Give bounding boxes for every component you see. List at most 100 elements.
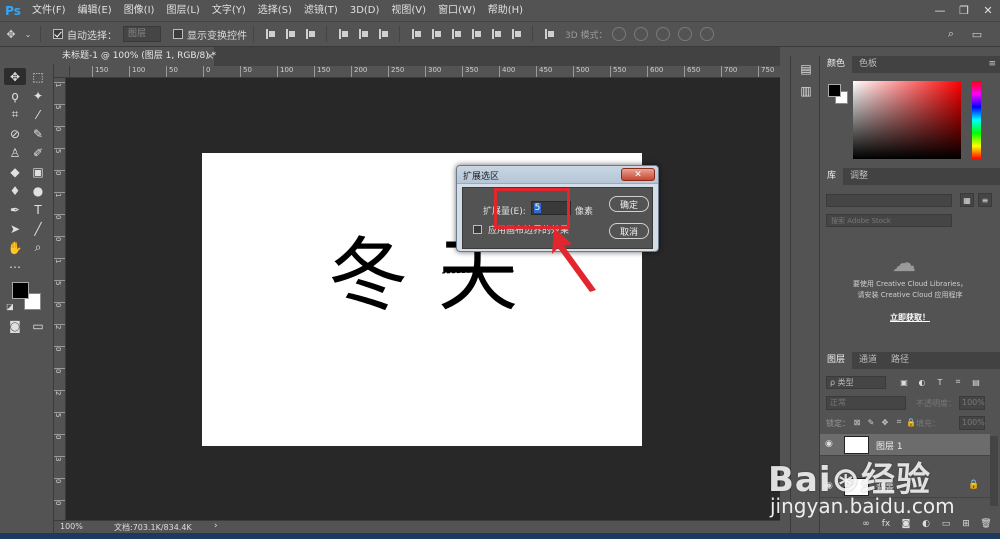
history-brush-tool-icon[interactable]: ✐ <box>27 144 49 161</box>
stamp-tool-icon[interactable]: ♙ <box>4 144 26 161</box>
quick-mask-icon[interactable]: ◙ <box>4 317 26 334</box>
document-tab[interactable]: 未标题-1 @ 100% (图层 1, RGB/8) * <box>54 47 216 66</box>
3d-drag-icon[interactable] <box>655 27 670 41</box>
hue-slider[interactable] <box>972 81 981 159</box>
lock-artboard-icon[interactable]: ⌗ <box>894 417 904 427</box>
eye-icon[interactable]: ◉ <box>825 439 836 450</box>
align-right-icon[interactable] <box>376 27 390 41</box>
layers-scrollbar[interactable] <box>990 436 998 506</box>
apply-canvas-bounds-checkbox[interactable] <box>473 225 482 234</box>
menu-view[interactable]: 视图(V) <box>385 0 432 21</box>
list-view-icon[interactable]: ≡ <box>978 193 992 207</box>
menu-select[interactable]: 选择(S) <box>252 0 298 21</box>
menu-help[interactable]: 帮助(H) <box>482 0 529 21</box>
tab-color[interactable]: 颜色 <box>820 56 853 73</box>
get-now-link[interactable]: 立即获取！ <box>820 312 1000 323</box>
close-icon[interactable]: × <box>206 47 214 66</box>
filter-pixel-icon[interactable]: ▣ <box>898 376 910 388</box>
hand-tool-icon[interactable]: ✋ <box>4 239 26 256</box>
crop-tool-icon[interactable]: ⌗ <box>4 106 26 123</box>
brush-tool-icon[interactable]: ✎ <box>27 125 49 142</box>
fill-input[interactable]: 100% <box>959 416 985 430</box>
distribute-hcenter-icon[interactable] <box>489 27 503 41</box>
pen-tool-icon[interactable]: ✒ <box>4 201 26 218</box>
menu-type[interactable]: 文字(Y) <box>206 0 252 21</box>
tab-channels[interactable]: 通道 <box>852 352 884 369</box>
history-panel-icon[interactable]: ▤ <box>795 60 817 77</box>
menu-filter[interactable]: 滤镜(T) <box>298 0 344 21</box>
align-top-icon[interactable] <box>263 27 277 41</box>
stock-search-input[interactable]: 搜索 Adobe Stock <box>826 214 952 227</box>
distribute-top-icon[interactable] <box>409 27 423 41</box>
blur-tool-icon[interactable]: ♦ <box>4 182 26 199</box>
dodge-tool-icon[interactable]: ● <box>27 182 49 199</box>
auto-select-dropdown[interactable]: 图层 <box>123 26 161 42</box>
ok-button[interactable]: 确定 <box>609 196 649 212</box>
blend-mode-dropdown[interactable]: 正常 <box>826 396 906 410</box>
3d-slide-icon[interactable] <box>677 27 692 41</box>
distribute-left-icon[interactable] <box>469 27 483 41</box>
cancel-button[interactable]: 取消 <box>609 223 649 239</box>
type-tool-icon[interactable]: T <box>27 201 49 218</box>
properties-panel-icon[interactable]: ▥ <box>795 82 817 99</box>
panel-menu-icon[interactable]: ≡ <box>988 56 996 73</box>
align-bottom-icon[interactable] <box>303 27 317 41</box>
lock-all-icon[interactable]: 🔒 <box>906 417 916 427</box>
zoom-tool-icon[interactable]: ⌕ <box>27 239 49 256</box>
menu-file[interactable]: 文件(F) <box>26 0 72 21</box>
filter-shape-icon[interactable]: ⌗ <box>952 376 964 388</box>
ruler-origin[interactable] <box>54 66 70 78</box>
distribute-bottom-icon[interactable] <box>449 27 463 41</box>
distribute-right-icon[interactable] <box>509 27 523 41</box>
align-left-icon[interactable] <box>336 27 350 41</box>
tab-paths[interactable]: 路径 <box>884 352 916 369</box>
zoom-level[interactable]: 100% <box>60 522 83 531</box>
align-hcenter-icon[interactable] <box>356 27 370 41</box>
menu-layer[interactable]: 图层(L) <box>160 0 205 21</box>
opacity-input[interactable]: 100% <box>959 396 985 410</box>
tab-libraries[interactable]: 库 <box>820 168 844 185</box>
gradient-tool-icon[interactable]: ▣ <box>27 163 49 180</box>
marquee-tool-icon[interactable]: ⬚ <box>27 68 49 85</box>
menu-window[interactable]: 窗口(W) <box>432 0 482 21</box>
dialog-titlebar[interactable]: 扩展选区 ✕ <box>457 166 658 184</box>
lock-pixels-icon[interactable]: ⊠ <box>852 417 862 427</box>
lasso-tool-icon[interactable]: ϙ <box>4 87 26 104</box>
menu-edit[interactable]: 编辑(E) <box>72 0 118 21</box>
status-menu-icon[interactable]: › <box>214 521 218 531</box>
panel-foreground-swatch[interactable] <box>828 84 841 97</box>
lock-position-icon[interactable]: ✥ <box>880 417 890 427</box>
minimize-button[interactable]: — <box>928 0 952 21</box>
foreground-color-swatch[interactable] <box>12 282 29 299</box>
filter-type-icon[interactable]: T <box>934 376 946 388</box>
line-tool-icon[interactable]: ╱ <box>27 220 49 237</box>
tab-layers[interactable]: 图层 <box>820 352 853 369</box>
eyedropper-tool-icon[interactable]: ⁄ <box>27 106 49 123</box>
distribute-vcenter-icon[interactable] <box>429 27 443 41</box>
tab-swatches[interactable]: 色板 <box>852 56 884 73</box>
show-transform-checkbox[interactable] <box>173 29 183 39</box>
filter-adjustment-icon[interactable]: ◐ <box>916 376 928 388</box>
search-icon[interactable]: ⌕ <box>942 25 960 43</box>
grid-view-icon[interactable]: ▦ <box>960 193 974 207</box>
3d-rotate-icon[interactable] <box>611 27 626 41</box>
filter-smart-icon[interactable]: ▤ <box>970 376 982 388</box>
lock-paint-icon[interactable]: ✎ <box>866 417 876 427</box>
chevron-down-icon[interactable]: ⌄ <box>24 25 32 43</box>
new-layer-icon[interactable]: ⊞ <box>958 516 974 532</box>
close-button[interactable]: ✕ <box>976 0 1000 21</box>
workspace-icon[interactable]: ▭ <box>968 25 986 43</box>
tab-adjustments[interactable]: 调整 <box>843 168 875 185</box>
3d-scale-icon[interactable] <box>699 27 714 41</box>
more-tools-icon[interactable]: ⋯ <box>4 258 26 275</box>
move-tool-icon[interactable]: ✥ <box>4 68 26 85</box>
layer-filter-dropdown[interactable]: ρ 类型 <box>826 376 886 389</box>
canvas-workspace[interactable]: 冬 天 <box>66 78 780 520</box>
move-tool-preset-icon[interactable]: ✥ <box>2 25 20 43</box>
dialog-close-button[interactable]: ✕ <box>621 168 655 181</box>
color-picker-field[interactable] <box>853 81 961 159</box>
library-dropdown[interactable] <box>826 194 952 207</box>
path-select-tool-icon[interactable]: ➤ <box>4 220 26 237</box>
magic-wand-tool-icon[interactable]: ✦ <box>27 87 49 104</box>
screen-mode-icon[interactable]: ▭ <box>27 317 49 334</box>
